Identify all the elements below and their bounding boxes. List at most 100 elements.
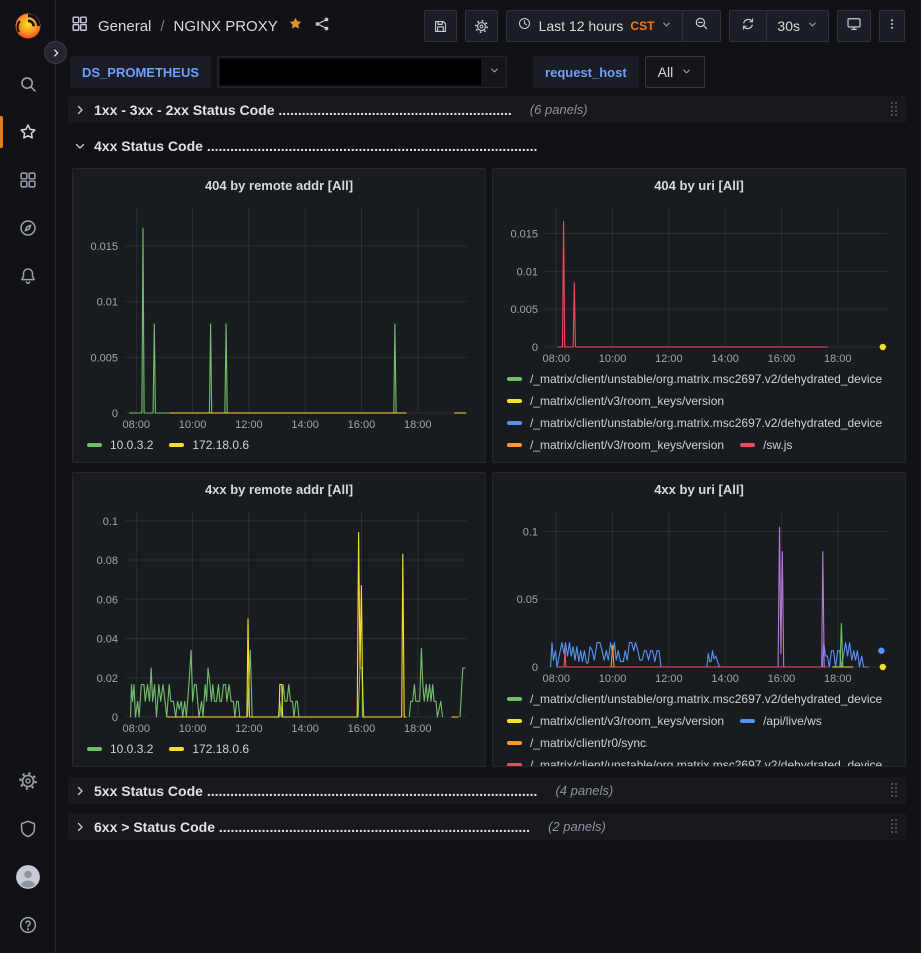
time-range-picker[interactable]: Last 12 hours CST <box>507 11 683 41</box>
legend-item[interactable]: /_matrix/client/unstable/org.matrix.msc2… <box>507 371 882 387</box>
legend-item[interactable]: /_matrix/client/r0/sync <box>507 735 646 751</box>
svg-text:16:00: 16:00 <box>348 723 376 735</box>
svg-text:0: 0 <box>532 662 538 674</box>
svg-text:10:00: 10:00 <box>179 419 207 431</box>
legend-item[interactable]: 10.0.3.2 <box>87 741 153 757</box>
panel-title[interactable]: 4xx by remote addr [All] <box>83 477 475 503</box>
row-header-6xx[interactable]: 6xx > Status Code ......................… <box>68 813 906 840</box>
refresh-interval-picker[interactable]: 30s <box>766 11 828 41</box>
row-drag-handle[interactable] <box>890 101 898 117</box>
dashboard-settings-button[interactable] <box>465 10 498 42</box>
more-options-button[interactable] <box>879 10 905 42</box>
sidebar-item-dashboards[interactable] <box>0 164 55 196</box>
panel-title[interactable]: 404 by uri [All] <box>503 173 895 199</box>
row-header-4xx[interactable]: 4xx Status Code ........................… <box>68 132 906 159</box>
legend-item[interactable]: 172.18.0.6 <box>169 437 249 453</box>
grafana-logo[interactable] <box>12 10 44 42</box>
sidebar-item-starred[interactable] <box>0 116 55 148</box>
timezone-label: CST <box>630 19 654 33</box>
svg-text:0.015: 0.015 <box>510 228 538 240</box>
time-series-chart[interactable]: 00.0050.010.01508:0010:0012:0014:0016:00… <box>83 199 475 433</box>
panel-legend: 10.0.3.2 172.18.0.6 <box>83 737 475 757</box>
svg-text:08:00: 08:00 <box>542 353 570 365</box>
sidebar-item-alerting[interactable] <box>0 260 55 292</box>
search-icon <box>17 73 39 95</box>
series-color-swatch <box>507 421 522 425</box>
breadcrumb-section[interactable]: General <box>98 18 151 35</box>
chevron-down-icon <box>661 17 672 35</box>
series-color-swatch <box>87 747 102 751</box>
redacted-value <box>220 59 481 85</box>
legend-item[interactable]: /api/live/ws <box>740 713 822 729</box>
variable-label-ds-prometheus: DS_PROMETHEUS <box>70 56 211 88</box>
dashboard-header: General / NGINX PROXY Las <box>56 0 921 52</box>
svg-text:18:00: 18:00 <box>404 723 432 735</box>
row-drag-handle[interactable] <box>890 818 898 834</box>
legend-item[interactable]: /_matrix/client/unstable/org.matrix.msc2… <box>507 415 882 431</box>
svg-text:0.01: 0.01 <box>517 266 538 278</box>
breadcrumb-separator: / <box>160 18 164 35</box>
sidebar-item-search[interactable] <box>0 68 55 100</box>
refresh-button[interactable] <box>730 11 766 41</box>
svg-text:0: 0 <box>532 342 538 354</box>
time-series-chart[interactable]: 00.0050.010.01508:0010:0012:0014:0016:00… <box>503 199 895 367</box>
sidebar-item-explore[interactable] <box>0 212 55 244</box>
sidebar-item-configuration[interactable] <box>0 765 55 797</box>
zoom-out-icon <box>693 15 710 37</box>
compass-icon <box>17 217 39 239</box>
panel-title[interactable]: 4xx by uri [All] <box>503 477 895 503</box>
legend-item[interactable]: /_matrix/client/unstable/org.matrix.msc2… <box>507 691 882 707</box>
legend-item[interactable]: /_matrix/client/v3/room_keys/version <box>507 393 724 409</box>
row-title: 4xx Status Code ........................… <box>94 138 537 154</box>
favorite-star-icon[interactable] <box>287 15 304 37</box>
monitor-icon <box>845 15 863 38</box>
refresh-group: 30s <box>729 10 829 42</box>
legend-item[interactable]: /_matrix/client/v3/room_keys/version <box>507 437 724 453</box>
svg-text:0: 0 <box>112 408 118 420</box>
row-title: 1xx - 3xx - 2xx Status Code ............… <box>94 102 512 118</box>
svg-text:14:00: 14:00 <box>711 673 739 685</box>
grafana-dashboard: General / NGINX PROXY Las <box>0 0 921 953</box>
row-header-5xx[interactable]: 5xx Status Code ........................… <box>68 777 906 804</box>
chevron-down-icon <box>681 64 692 80</box>
share-icon[interactable] <box>313 15 331 38</box>
expand-sidebar-button[interactable] <box>44 41 67 64</box>
row-header-1xx-3xx-2xx[interactable]: 1xx - 3xx - 2xx Status Code ............… <box>68 96 906 123</box>
svg-text:10:00: 10:00 <box>599 673 627 685</box>
panel-legend: 10.0.3.2 172.18.0.6 <box>83 433 475 453</box>
svg-text:0.015: 0.015 <box>90 241 118 253</box>
zoom-out-button[interactable] <box>682 11 720 41</box>
svg-text:0.08: 0.08 <box>97 555 118 567</box>
svg-text:08:00: 08:00 <box>542 673 570 685</box>
svg-text:18:00: 18:00 <box>404 419 432 431</box>
clock-icon <box>517 16 532 36</box>
legend-item[interactable]: /_matrix/client/unstable/org.matrix.msc2… <box>507 757 882 767</box>
panel-4xx-by-uri: 4xx by uri [All] 00.050.108:0010:0012:00… <box>492 472 906 767</box>
legend-item[interactable]: /_matrix/client/v3/room_keys/version <box>507 713 724 729</box>
row-drag-handle[interactable] <box>890 782 898 798</box>
sidebar-item-help[interactable] <box>0 909 55 941</box>
time-range-label: Last 12 hours <box>539 18 624 34</box>
series-color-swatch <box>169 443 184 447</box>
svg-text:14:00: 14:00 <box>291 723 319 735</box>
legend-item[interactable]: /sw.js <box>740 437 792 453</box>
panel-title[interactable]: 404 by remote addr [All] <box>83 173 475 199</box>
apps-grid-icon[interactable] <box>70 14 89 38</box>
sidebar-item-server-admin[interactable] <box>0 813 55 845</box>
ds-prometheus-select[interactable] <box>217 56 507 88</box>
legend-item[interactable]: 172.18.0.6 <box>169 741 249 757</box>
chevron-right-icon <box>74 104 86 116</box>
save-dashboard-button[interactable] <box>424 10 457 42</box>
user-avatar[interactable] <box>0 861 55 893</box>
request-host-select[interactable]: All <box>645 56 706 88</box>
svg-text:0.005: 0.005 <box>90 352 118 364</box>
time-series-chart[interactable]: 00.050.108:0010:0012:0014:0016:0018:00 <box>503 503 895 687</box>
legend-label: /_matrix/client/unstable/org.matrix.msc2… <box>530 415 882 431</box>
legend-item[interactable]: 10.0.3.2 <box>87 437 153 453</box>
variables-bar: DS_PROMETHEUS request_host All <box>56 52 921 92</box>
help-icon <box>17 914 39 936</box>
time-series-chart[interactable]: 00.020.040.060.080.108:0010:0012:0014:00… <box>83 503 475 737</box>
tv-mode-button[interactable] <box>837 10 871 42</box>
dashboard-title[interactable]: NGINX PROXY <box>174 18 278 35</box>
legend-label: 10.0.3.2 <box>110 437 153 453</box>
